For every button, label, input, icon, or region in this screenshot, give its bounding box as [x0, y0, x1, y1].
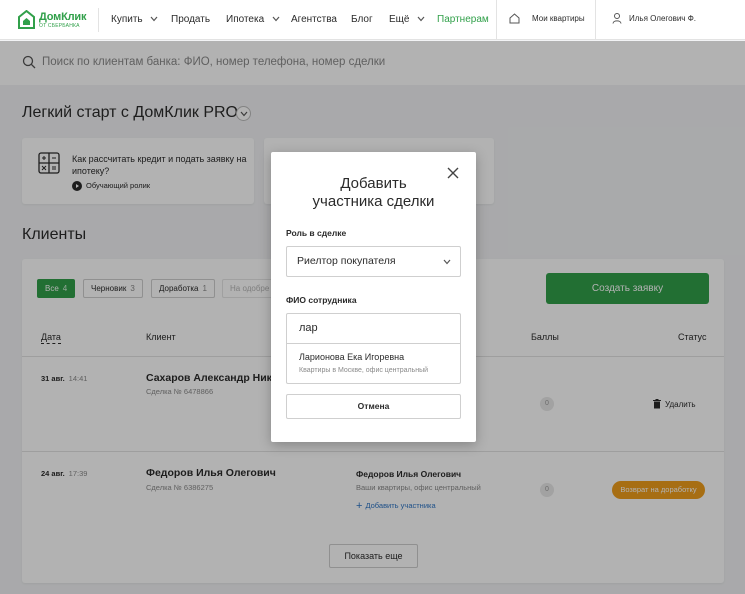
cancel-button[interactable]: Отмена — [286, 394, 461, 419]
logo-name: ДомКлик — [39, 11, 87, 23]
nav-partners[interactable]: Партнерам — [437, 14, 489, 25]
nav-buy[interactable]: Купить — [111, 14, 158, 25]
my-flats-link[interactable]: Мои квартиры — [532, 14, 585, 23]
chevron-down-icon — [272, 16, 280, 22]
nav-buy-label: Купить — [111, 14, 143, 25]
role-label: Роль в сделке — [286, 228, 347, 238]
top-header: ДомКлик ОТ СБЕРБАНКА Купить Продать Ипот… — [0, 0, 745, 40]
suggestion-name: Ларионова Ека Игоревна — [299, 352, 405, 362]
header-divider — [496, 0, 497, 40]
logo-divider — [98, 8, 99, 32]
house-logo-icon — [18, 10, 35, 29]
employee-label: ФИО сотрудника — [286, 295, 357, 305]
role-select-value: Риелтор покупателя — [297, 255, 396, 267]
nav-mortgage[interactable]: Ипотека — [226, 14, 280, 25]
role-select[interactable]: Риелтор покупателя — [286, 246, 461, 277]
chevron-down-icon — [443, 259, 451, 265]
nav-more[interactable]: Ещё — [389, 14, 425, 25]
nav-agencies[interactable]: Агентства — [291, 14, 337, 25]
home-icon — [509, 13, 520, 24]
modal-title-line2: участника сделки — [312, 193, 435, 210]
header-divider — [595, 0, 596, 40]
nav-blog[interactable]: Блог — [351, 14, 373, 25]
logo-subtitle: ОТ СБЕРБАНКА — [39, 23, 80, 29]
add-participant-modal: Добавить участника сделки Роль в сделке … — [271, 152, 476, 442]
domclick-logo[interactable]: ДомКлик ОТ СБЕРБАНКА — [18, 10, 88, 30]
user-icon — [612, 13, 622, 24]
nav-more-label: Ещё — [389, 14, 410, 25]
suggestion-office: Квартиры в Москве, офис центральный — [299, 367, 429, 374]
modal-title: Добавить участника сделки — [271, 175, 476, 211]
chevron-down-icon — [150, 16, 158, 22]
employee-suggestion[interactable]: Ларионова Ека Игоревна Квартиры в Москве… — [286, 343, 461, 384]
chevron-down-icon — [417, 16, 425, 22]
modal-title-line1: Добавить — [340, 175, 407, 192]
nav-mortgage-label: Ипотека — [226, 14, 265, 25]
nav-sell[interactable]: Продать — [171, 14, 210, 25]
employee-name-input[interactable]: лар — [286, 313, 461, 344]
user-menu[interactable]: Илья Олегович Ф. — [629, 14, 696, 23]
